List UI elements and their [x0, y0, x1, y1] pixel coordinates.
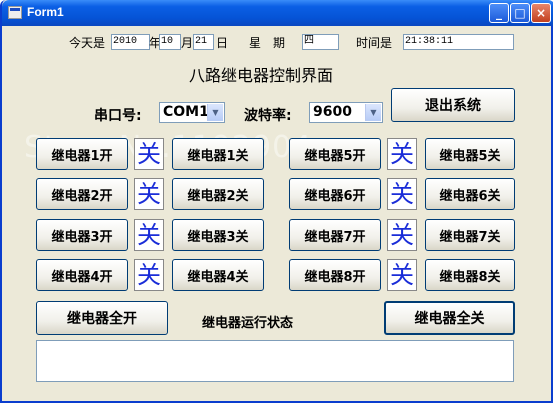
- all-on-button[interactable]: 继电器全开: [36, 301, 168, 335]
- relay-5-on-button[interactable]: 继电器5开: [289, 138, 381, 170]
- relay-1-status: 关: [134, 138, 164, 170]
- month-label: 月: [181, 36, 194, 50]
- relay-2-off-button[interactable]: 继电器2关: [172, 178, 264, 210]
- form-client-area: 今天是 2010 年 10 月 21 日 星 期 四 时间是 21:38:11 …: [4, 26, 549, 399]
- port-label: 串口号:: [94, 108, 142, 124]
- relay-6-on-button[interactable]: 继电器6开: [289, 178, 381, 210]
- baud-select[interactable]: 9600 ▼: [309, 102, 383, 123]
- relay-3-status: 关: [134, 219, 164, 251]
- exit-button[interactable]: 退出系统: [391, 88, 515, 122]
- app-icon[interactable]: [8, 6, 22, 19]
- status-log-box[interactable]: [36, 340, 514, 382]
- relay-6-status: 关: [387, 178, 417, 210]
- port-select[interactable]: COM1 ▼: [159, 102, 225, 123]
- relay-5-off-button[interactable]: 继电器5关: [425, 138, 515, 170]
- relay-3-on-button[interactable]: 继电器3开: [36, 219, 128, 251]
- today-label: 今天是: [69, 36, 106, 50]
- relay-2-status: 关: [134, 178, 164, 210]
- all-off-button[interactable]: 继电器全关: [384, 301, 515, 335]
- relay-7-status: 关: [387, 219, 417, 251]
- relay-2-on-button[interactable]: 继电器2开: [36, 178, 128, 210]
- maximize-button[interactable]: □: [510, 3, 530, 23]
- relay-4-off-button[interactable]: 继电器4关: [172, 259, 264, 291]
- relay-8-on-button[interactable]: 继电器8开: [289, 259, 381, 291]
- time-field[interactable]: 21:38:11: [403, 34, 514, 50]
- weekday-label: 星 期: [249, 36, 286, 50]
- minimize-button[interactable]: _: [489, 3, 509, 23]
- form-window: Form1 _ □ × 今天是 2010 年 10 月 21 日 星 期 四 时…: [0, 0, 553, 403]
- relay-6-off-button[interactable]: 继电器6关: [425, 178, 515, 210]
- relay-3-off-button[interactable]: 继电器3关: [172, 219, 264, 251]
- relay-4-status: 关: [134, 259, 164, 291]
- relay-5-status: 关: [387, 138, 417, 170]
- chevron-down-icon[interactable]: ▼: [207, 104, 223, 121]
- relay-7-off-button[interactable]: 继电器7关: [425, 219, 515, 251]
- title-bar[interactable]: Form1 _ □ ×: [2, 0, 553, 26]
- weekday-field[interactable]: 四: [302, 34, 339, 50]
- page-title: 八路继电器控制界面: [189, 66, 334, 85]
- relay-1-on-button[interactable]: 继电器1开: [36, 138, 128, 170]
- window-title: Form1: [27, 5, 64, 19]
- relay-8-off-button[interactable]: 继电器8关: [425, 259, 515, 291]
- day-field[interactable]: 21: [193, 34, 214, 50]
- relay-8-status: 关: [387, 259, 417, 291]
- relay-1-off-button[interactable]: 继电器1关: [172, 138, 264, 170]
- port-value: COM1: [163, 104, 209, 120]
- relay-4-on-button[interactable]: 继电器4开: [36, 259, 128, 291]
- month-field[interactable]: 10: [159, 34, 181, 50]
- run-status-label: 继电器运行状态: [202, 316, 294, 331]
- time-label: 时间是: [356, 36, 393, 50]
- baud-label: 波特率:: [244, 108, 292, 124]
- day-label: 日: [216, 36, 229, 50]
- chevron-down-icon[interactable]: ▼: [365, 104, 381, 121]
- year-field[interactable]: 2010: [111, 34, 150, 50]
- close-button[interactable]: ×: [531, 3, 551, 23]
- relay-7-on-button[interactable]: 继电器7开: [289, 219, 381, 251]
- baud-value: 9600: [313, 104, 352, 120]
